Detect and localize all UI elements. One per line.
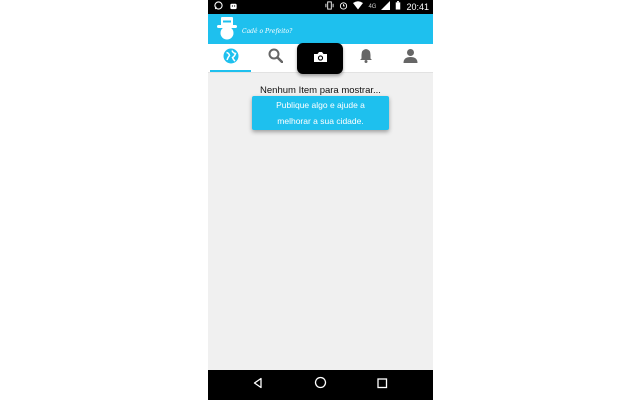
person-icon <box>403 48 418 68</box>
back-button[interactable] <box>249 376 267 394</box>
status-bar: 4G 20:41 <box>208 0 433 14</box>
status-time: 20:41 <box>406 2 429 12</box>
system-nav-bar <box>208 370 433 400</box>
tab-notifications[interactable] <box>343 44 388 72</box>
app-brand-title: Cadê o Prefeito? <box>242 28 293 35</box>
cta-line-1: Publique algo e ajude a <box>276 100 365 110</box>
mayor-hat-logo <box>214 17 240 41</box>
tab-profile[interactable] <box>388 44 433 72</box>
camera-icon <box>313 50 328 68</box>
globe-icon <box>223 48 239 69</box>
home-icon <box>314 376 327 394</box>
home-button[interactable] <box>311 376 329 394</box>
tab-camera[interactable] <box>297 43 343 74</box>
wifi-icon <box>353 0 364 14</box>
back-icon <box>252 376 264 394</box>
feed-content: Nenhum Item para mostrar... Publique alg… <box>208 72 433 370</box>
signal-icon <box>381 0 391 14</box>
battery-icon <box>395 0 401 14</box>
network-label: 4G <box>368 4 377 10</box>
tab-bar <box>208 43 433 74</box>
whatsapp-icon <box>214 0 223 14</box>
alarm-icon <box>339 0 348 14</box>
vibrate-icon <box>325 0 335 14</box>
app-bar: Cadê o Prefeito? <box>208 14 433 44</box>
tab-feed[interactable] <box>208 44 253 72</box>
android-icon <box>229 0 238 14</box>
tab-search[interactable] <box>253 44 298 72</box>
recents-button[interactable] <box>373 376 391 394</box>
empty-feed-message: Nenhum Item para mostrar... <box>260 85 381 96</box>
search-icon <box>268 48 284 68</box>
recents-icon <box>376 376 388 394</box>
cta-line-2: melhorar a sua cidade. <box>277 116 364 126</box>
phone-screen: 4G 20:41 Cadê o Prefeito? Nenhum Item pa… <box>208 0 433 400</box>
bell-icon <box>359 48 373 68</box>
publish-cta-button[interactable]: Publique algo e ajude a melhorar a sua c… <box>252 96 389 130</box>
